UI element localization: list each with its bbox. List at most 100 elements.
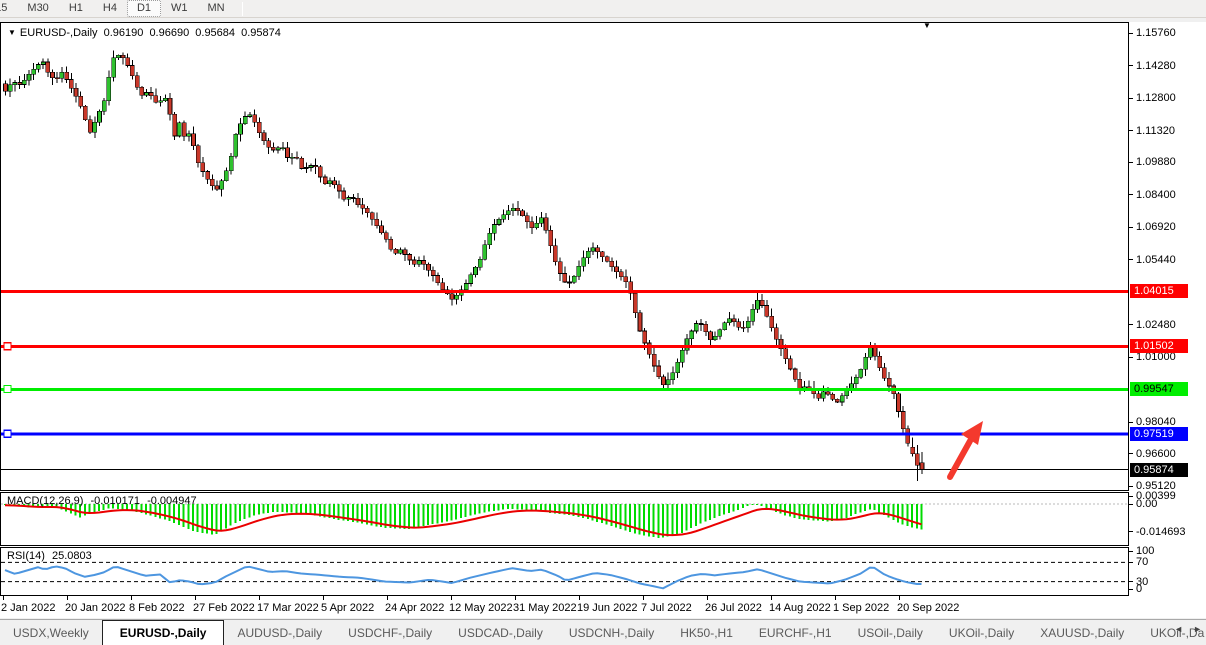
rsi-line — [5, 567, 922, 589]
timeframe-button-mn[interactable]: MN — [198, 0, 235, 17]
tab-scroll-left-icon[interactable]: ◄ — [1174, 624, 1183, 634]
price-axis-badge: 0.99547 — [1130, 382, 1188, 396]
price-tick — [1129, 194, 1133, 195]
price-tick — [1129, 227, 1133, 228]
macd-signal-line — [5, 505, 922, 535]
horizontal-line-objects — [1, 290, 1128, 470]
timeframe-button-h4[interactable]: H4 — [93, 0, 127, 17]
price-tick — [1129, 324, 1133, 325]
price-tick — [1129, 453, 1133, 454]
date-tick — [323, 596, 324, 600]
tab-eurchf-h1[interactable]: EURCHF-,H1 — [746, 620, 845, 645]
date-label: 1 Sep 2022 — [833, 602, 889, 614]
price-axis-label: 1.06920 — [1136, 221, 1176, 233]
timeframe-button-m30[interactable]: M30 — [17, 0, 58, 17]
date-tick — [835, 596, 836, 600]
rsi-axis-tick — [1129, 551, 1133, 552]
date-label: 19 Jun 2022 — [577, 602, 638, 614]
rsi-axis-tick — [1129, 562, 1133, 563]
date-label: 31 May 2022 — [513, 602, 577, 614]
main-chart-pane[interactable]: ▼EURUSD-,Daily 0.96190 0.96690 0.95684 0… — [0, 22, 1129, 491]
candlestick-chart — [1, 23, 1128, 490]
macd-label: MACD(12,26,9) -0.010171 -0.004947 — [7, 495, 201, 507]
price-axis-label: 1.12800 — [1136, 92, 1176, 104]
price-axis-label: 1.14280 — [1136, 60, 1176, 72]
price-tick — [1129, 357, 1133, 358]
date-tick — [387, 596, 388, 600]
chart-shift-icon[interactable]: ▼ — [923, 22, 931, 30]
timeframe-button-w1[interactable]: W1 — [161, 0, 198, 17]
rsi-pane: RSI(14) 25.0803 — [0, 547, 1129, 596]
date-label: 20 Jan 2022 — [65, 602, 126, 614]
price-tick — [1129, 259, 1133, 260]
date-tick — [643, 596, 644, 600]
price-axis-label: 1.09880 — [1136, 156, 1176, 168]
macd-axis-tick — [1129, 504, 1133, 505]
date-tick — [3, 596, 4, 600]
date-label: 27 Feb 2022 — [193, 602, 255, 614]
date-label: 2 Jan 2022 — [1, 602, 55, 614]
macd-axis-tick — [1129, 496, 1133, 497]
rsi-value: 25.0803 — [52, 550, 92, 562]
date-label: 8 Feb 2022 — [129, 602, 185, 614]
macd-axis-label: -0.014693 — [1136, 526, 1186, 538]
date-label: 20 Sep 2022 — [897, 602, 959, 614]
price-axis-label: 1.08400 — [1136, 189, 1176, 201]
tab-usdcnh-daily[interactable]: USDCNH-,Daily — [556, 620, 667, 645]
date-tick — [579, 596, 580, 600]
date-label: 12 May 2022 — [449, 602, 513, 614]
price-tick — [1129, 98, 1133, 99]
price-axis-badge: 1.01502 — [1130, 339, 1188, 353]
price-axis-label: 1.11320 — [1136, 125, 1175, 137]
chart-dropdown-icon[interactable]: ▼ — [8, 28, 16, 37]
tab-xauusd-daily[interactable]: XAUUSD-,Daily — [1027, 620, 1137, 645]
price-tick — [1129, 162, 1133, 163]
date-label: 7 Jul 2022 — [641, 602, 692, 614]
date-label: 24 Apr 2022 — [385, 602, 444, 614]
macd-name: MACD(12,26,9) — [7, 495, 83, 507]
macd-signal-value: -0.004947 — [147, 495, 197, 507]
timeframe-button-h1[interactable]: H1 — [59, 0, 93, 17]
tab-eurusd-daily[interactable]: EURUSD-,Daily — [102, 620, 225, 645]
rsi-axis-label: 70 — [1136, 556, 1148, 568]
chart-tabbar: USDX,WeeklyEURUSD-,DailyAUDUSD-,DailyUSD… — [0, 619, 1206, 645]
rsi-axis-label: 0 — [1136, 583, 1142, 595]
date-tick — [451, 596, 452, 600]
price-axis: 1.15760 1.14280 1.12800 1.11320 1.09880 1.084… — [1129, 22, 1206, 596]
macd-pane: MACD(12,26,9) -0.010171 -0.004947 — [0, 492, 1129, 546]
timeframe-toolbar: M15M30H1H4D1W1MN — [0, 0, 1206, 18]
tab-hk50-h1[interactable]: HK50-,H1 — [667, 620, 746, 645]
tab-usdcad-daily[interactable]: USDCAD-,Daily — [445, 620, 556, 645]
timeframe-button-m15[interactable]: M15 — [0, 0, 17, 17]
ohlc-low: 0.95684 — [195, 27, 235, 39]
ohlc-open: 0.96190 — [104, 27, 144, 39]
tab-usoil-daily[interactable]: USOil-,Daily — [845, 620, 936, 645]
rsi-label: RSI(14) 25.0803 — [7, 550, 96, 562]
date-tick — [515, 596, 516, 600]
rsi-chart — [1, 548, 1128, 595]
rsi-name: RSI(14) — [7, 550, 45, 562]
price-tick — [1129, 65, 1133, 66]
tab-audusd-daily[interactable]: AUDUSD-,Daily — [224, 620, 335, 645]
price-axis-label: 1.15760 — [1136, 27, 1176, 39]
rsi-axis-tick — [1129, 581, 1133, 582]
tab-ukoil-daily[interactable]: UKOil-,Daily — [936, 620, 1027, 645]
date-label: 5 Apr 2022 — [321, 602, 374, 614]
date-label: 14 Aug 2022 — [769, 602, 831, 614]
price-axis-badge: 0.97519 — [1130, 427, 1188, 441]
chart-symbol-label: EURUSD-,Daily — [20, 27, 98, 39]
date-tick — [259, 596, 260, 600]
date-label: 17 Mar 2022 — [257, 602, 319, 614]
date-tick — [131, 596, 132, 600]
tab-scrollers: ◄ ► — [1174, 624, 1202, 634]
rsi-axis-label: 100 — [1136, 545, 1154, 557]
tab-scroll-right-icon[interactable]: ► — [1193, 624, 1202, 634]
tab-usdx-weekly[interactable]: USDX,Weekly — [0, 620, 102, 645]
chart-title: ▼EURUSD-,Daily 0.96190 0.96690 0.95684 0… — [8, 27, 284, 39]
price-axis-badge: 0.95874 — [1130, 463, 1188, 477]
timeframe-button-d1[interactable]: D1 — [127, 0, 161, 17]
price-tick — [1129, 422, 1133, 423]
date-tick — [771, 596, 772, 600]
tab-usdchf-daily[interactable]: USDCHF-,Daily — [335, 620, 445, 645]
price-axis-label: 1.02480 — [1136, 319, 1176, 331]
